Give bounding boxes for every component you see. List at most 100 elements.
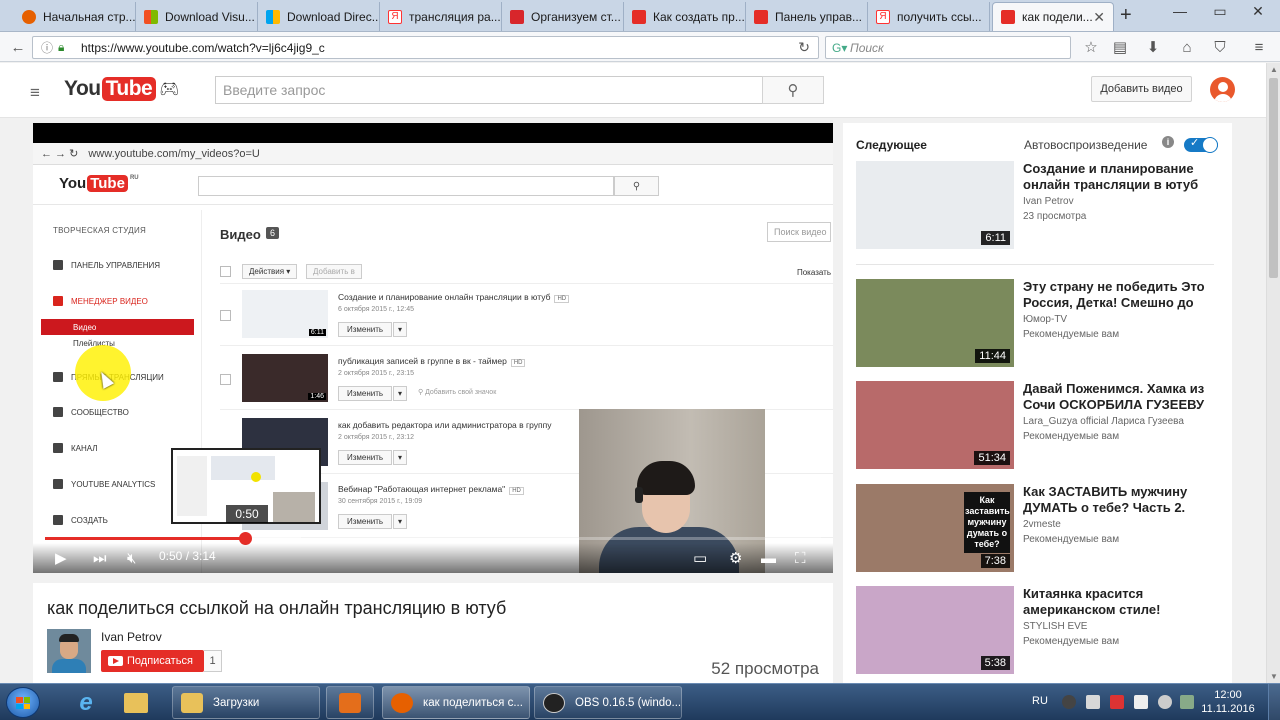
browser-tab[interactable]: Download Visu... [136,2,258,31]
new-tab-icon[interactable]: + [1120,4,1132,27]
language-indicator[interactable]: RU [1032,695,1048,707]
video-thumbnail[interactable]: 11:44 [856,279,1014,367]
subtitles-icon[interactable]: ▭ [693,547,707,569]
related-video-title[interactable]: Создание и планирование онлайн трансляци… [1023,161,1223,193]
scroll-up-icon[interactable]: ▲ [1270,65,1278,74]
recorded-row-title: Создание и планирование онлайн трансляци… [338,292,570,303]
video-thumbnail[interactable]: 5:38 [856,586,1014,674]
related-video-title[interactable]: Китаянка красится американском стиле! [1023,586,1223,618]
back-icon[interactable]: ← [8,37,28,57]
taskbar-app-obs[interactable]: OBS 0.16.5 (windo... [534,686,682,719]
video-player[interactable]: ← → ↻ www.youtube.com/my_videos?o=U You … [33,123,833,573]
related-video-item[interactable]: Как заставить мужчину думать о тебе? 7:3… [856,484,1226,574]
explorer-pinned-icon[interactable] [116,687,156,718]
channel-avatar[interactable] [47,629,91,673]
taskbar-app-downloads[interactable]: Загрузки [172,686,320,719]
recorded-videos-count: 6 [266,227,280,239]
recorded-youtube-logo: You Tube RU [59,175,139,192]
recorded-row-title-text: как добавить редактора или администратор… [338,420,552,430]
search-input[interactable]: Введите запрос [215,76,763,104]
related-video-channel: 2vmeste [1023,519,1061,530]
related-video-title[interactable]: Эту страну не победить Это Россия, Детка… [1023,279,1223,311]
youtube-header: ≡ You Tube 🎮︎ Введите запрос ⚲ Добавить … [0,63,1266,118]
url-text: https://www.youtube.com/watch?v=lj6c4jig… [81,40,325,55]
related-video-item[interactable]: 5:38 Китаянка красится американском стил… [856,586,1226,676]
browser-tab[interactable]: Как создать пр... [624,2,746,31]
browser-tab[interactable]: Начальная стр... [14,2,136,31]
internet-explorer-icon[interactable]: e [66,687,106,718]
youtube-logo[interactable]: You Tube 🎮︎ [64,77,180,101]
scroll-down-icon[interactable]: ▼ [1270,672,1278,681]
browser-search-input[interactable]: G▾ Поиск [825,36,1071,59]
upload-button[interactable]: Добавить видео [1091,76,1192,102]
flag-tray-icon[interactable] [1134,695,1148,709]
video-thumbnail[interactable]: 6:11 [856,161,1014,249]
recorded-add-icon-label: Добавить свой значок [425,389,497,396]
fullscreen-icon[interactable]: ⛶ [795,547,806,569]
search-engine-icon[interactable]: G▾ [832,41,847,55]
system-clock[interactable]: 12:00 11.11.2016 [1200,688,1256,716]
related-video-item[interactable]: 11:44 Эту страну не победить Это Россия,… [856,279,1226,369]
channel-name[interactable]: Ivan Petrov [101,630,162,644]
ie-glyph: e [79,688,93,716]
show-desktop-button[interactable] [1268,684,1280,720]
next-icon[interactable]: ⏭ [93,547,107,569]
logo-blue [16,703,23,709]
address-bar[interactable]: ⓘ 🔒︎ https://www.youtube.com/watch?v=lj6… [32,36,819,59]
browser-tab[interactable]: Я получить ссы... [868,2,990,31]
network-tray-icon[interactable] [1110,695,1124,709]
obs-tray-icon[interactable] [1062,695,1076,709]
home-icon[interactable]: ⌂ [1177,37,1197,57]
download-icon[interactable]: ⬇ [1143,37,1163,57]
browser-tab[interactable]: Я трансляция ра... [380,2,502,31]
scrollbar-thumb[interactable] [1269,78,1278,278]
youtube-icon [108,656,123,666]
studio-analytics: YOUTUBE ANALYTICS [53,479,155,489]
pocket-icon[interactable]: ⛉ [1210,37,1230,57]
close-window-icon[interactable]: ✕ [1238,0,1278,22]
related-video-item[interactable]: 51:34 Давай Поженимся. Хамка из Сочи ОСК… [856,381,1226,471]
start-button[interactable] [6,687,40,718]
browser-tab-active[interactable]: как подели... ✕ [992,2,1114,31]
check-icon: ✓ [1190,137,1200,149]
windows-taskbar: e Загрузки как поделиться с... OBS 0.16.… [0,683,1280,720]
reload-icon[interactable]: ↻ [798,39,810,56]
autoplay-toggle[interactable]: ✓ [1184,137,1218,153]
firefox-icon [22,9,36,24]
volume-tray-icon[interactable] [1158,695,1172,709]
minimize-icon[interactable]: — [1160,0,1200,22]
play-icon[interactable]: ▶ [55,547,67,569]
menu-icon[interactable]: ≡ [1249,37,1269,57]
progress-bar[interactable] [45,532,821,545]
related-video-title[interactable]: Давай Поженимся. Хамка из Сочи ОСКОРБИЛА… [1023,381,1223,413]
star-icon[interactable]: ☆ [1081,37,1101,57]
video-thumbnail[interactable]: 51:34 [856,381,1014,469]
tools-tray-icon[interactable] [1086,695,1100,709]
related-video-meta: Рекомендуемые вам [1023,534,1120,545]
taskbar-app-media-player[interactable] [326,686,374,719]
avatar[interactable] [1210,77,1235,102]
browser-tab[interactable]: Download Direc... [258,2,380,31]
hamburger-menu-icon[interactable]: ≡ [30,83,40,103]
reading-list-icon[interactable]: ▤ [1110,37,1130,57]
settings-icon[interactable]: ⚙ [729,547,742,569]
info-icon[interactable]: i [1162,136,1174,148]
browser-tab[interactable]: Панель управ... [746,2,868,31]
related-video-item[interactable]: 6:11 Создание и планирование онлайн тран… [856,161,1226,251]
battery-tray-icon[interactable] [1180,695,1194,709]
video-thumbnail[interactable]: Как заставить мужчину думать о тебе? 7:3… [856,484,1014,572]
related-video-channel: Ivan Petrov [1023,196,1074,207]
maximize-icon[interactable]: ▭ [1200,0,1240,22]
close-tab-icon[interactable]: ✕ [1093,9,1105,26]
subscribe-button[interactable]: Подписаться [101,650,204,672]
page-scrollbar[interactable]: ▲ ▼ [1266,63,1280,683]
browser-tab[interactable]: Организуем ст... [502,2,624,31]
video-duration: 5:38 [980,656,1010,670]
info-icon[interactable]: ⓘ [41,39,53,56]
taskbar-app-firefox[interactable]: как поделиться с... [382,686,530,719]
search-button[interactable]: ⚲ [762,76,824,104]
mute-icon[interactable]: 🔇︎ [127,547,136,569]
related-video-meta: 23 просмотра [1023,211,1087,222]
theater-mode-icon[interactable]: ▬ [761,547,776,569]
related-video-title[interactable]: Как ЗАСТАВИТЬ мужчину ДУМАТЬ о тебе? Час… [1023,484,1223,516]
